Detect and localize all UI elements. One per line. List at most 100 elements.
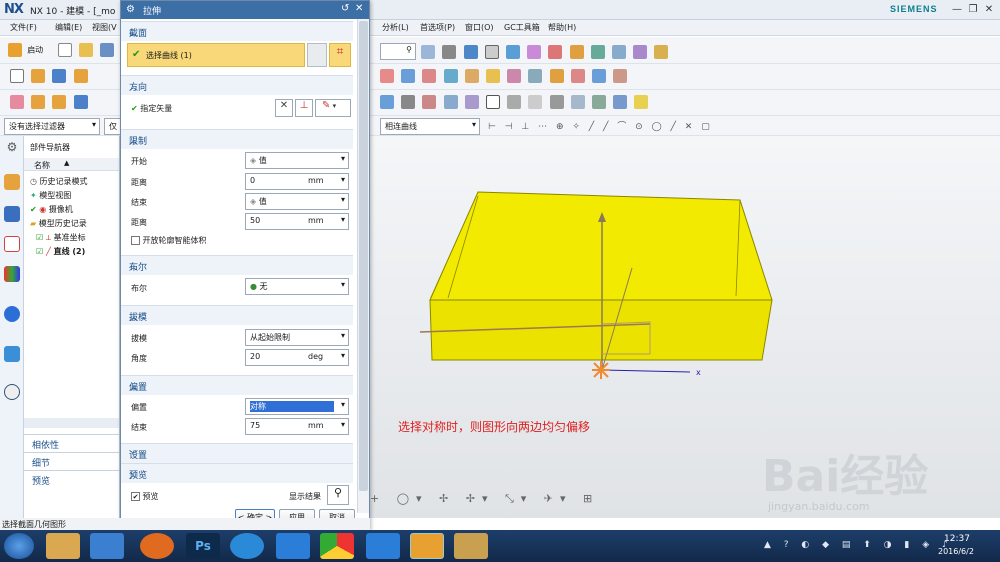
snap-icon[interactable]: [527, 44, 542, 59]
settings-header[interactable]: 设置 ﹀: [121, 443, 353, 463]
nx-app-icon[interactable]: [410, 533, 444, 559]
explorer-app-icon[interactable]: [46, 533, 80, 559]
dialog-title-bar[interactable]: ⚙ 拉伸 ↺ ✕: [121, 1, 369, 19]
start-type-dropdown[interactable]: ◈ 值 ▾: [245, 152, 349, 169]
reuse-library-icon[interactable]: [4, 266, 20, 282]
new-icon[interactable]: [58, 43, 72, 57]
gear-icon[interactable]: ⚙: [126, 4, 135, 15]
menu-file[interactable]: 文件(F): [10, 22, 37, 33]
curve-rule-dropdown[interactable]: 相连曲线 ▾: [380, 118, 480, 135]
selection-filter-dropdown[interactable]: 没有选择过滤器 ▾: [4, 118, 100, 135]
direction-header[interactable]: 方向 ︿: [121, 75, 353, 95]
chrome-app-icon[interactable]: [320, 533, 354, 559]
snap-point-tools[interactable]: ⊢ ⊣ ⊥ ⋯ ⊕ ✧ ╱ ╱ ⌒ ⊙ ◯ ╱ ✕ ▢: [488, 119, 713, 132]
save-icon[interactable]: [100, 43, 115, 57]
offset-dropdown[interactable]: 对称 ▾: [245, 398, 349, 415]
web-browser-icon[interactable]: [4, 346, 20, 362]
photoshop-app-icon[interactable]: Ps: [186, 533, 220, 559]
shell-icon[interactable]: [422, 69, 437, 83]
tolerance-icon[interactable]: [570, 95, 585, 109]
axis-icon[interactable]: [422, 95, 437, 109]
boss-icon[interactable]: [31, 95, 46, 109]
reset-icon[interactable]: ↺: [341, 3, 349, 14]
view-icon[interactable]: [505, 44, 520, 59]
csys-icon[interactable]: [443, 95, 458, 109]
dialog-scrollbar[interactable]: [357, 19, 369, 513]
extrude-icon[interactable]: [31, 69, 46, 83]
point-icon[interactable]: [380, 95, 394, 109]
menu-view[interactable]: 视图(V: [92, 22, 117, 33]
open-profile-row[interactable]: 开放轮廓智能体积: [131, 235, 207, 246]
panel-dependencies[interactable]: 相依性: [24, 434, 119, 451]
draft-dropdown[interactable]: 从起始限制 ▾: [245, 329, 349, 346]
open-profile-checkbox[interactable]: [131, 236, 140, 245]
thicken-icon[interactable]: [613, 69, 628, 83]
close-button[interactable]: ✕: [982, 3, 996, 16]
layer-icon[interactable]: [611, 44, 626, 59]
end-type-dropdown[interactable]: ◈ 值 ▾: [245, 193, 349, 210]
tree-item-model-views[interactable]: ✦ 模型视图: [30, 190, 71, 201]
distance-end-input[interactable]: 50 mm ▾: [245, 213, 349, 230]
select-curve-row[interactable]: ✔ 选择曲线 (1): [127, 43, 305, 67]
history-icon[interactable]: [4, 384, 20, 400]
reverse-direction-button[interactable]: ✕: [275, 99, 293, 117]
hole-icon[interactable]: [10, 95, 24, 109]
pencil-icon[interactable]: [613, 95, 628, 109]
tree-item-camera[interactable]: ✔ ◉ 摄像机: [30, 204, 73, 215]
x-axis-arrow[interactable]: [601, 369, 691, 373]
preview-checkbox[interactable]: ✔: [131, 492, 140, 501]
search-box[interactable]: ⚲: [380, 43, 416, 60]
minimize-button[interactable]: —: [950, 3, 964, 16]
checkbox-icon[interactable]: ☑: [36, 247, 43, 256]
extruded-solid[interactable]: [429, 191, 773, 301]
trim-icon[interactable]: [570, 69, 585, 83]
tree-item-history-mode[interactable]: ◷ 历史记录模式: [30, 176, 88, 187]
draft-header[interactable]: 拔模 ︿: [121, 305, 353, 325]
mirror-icon[interactable]: [528, 69, 543, 83]
magnifier-icon[interactable]: ⚲: [327, 485, 349, 505]
maximize-button[interactable]: ❐: [966, 3, 980, 16]
panel-preview[interactable]: 预览: [24, 470, 119, 487]
menu-edit[interactable]: 编辑(E): [55, 22, 82, 33]
dimension-icon[interactable]: [569, 44, 584, 59]
scrollbar-thumb[interactable]: [359, 21, 368, 491]
info-icon[interactable]: [4, 306, 20, 322]
part-nav-icon[interactable]: [4, 236, 20, 252]
curve-select-icon[interactable]: ⌗: [329, 43, 351, 67]
pattern-icon[interactable]: [507, 69, 522, 83]
graphics-window[interactable]: x 选择对称时，则图形向两边均匀偏移 + ◯▾ ✢ ✢▾ ⤡▾ ✈▾ ⊞ Bai…: [370, 136, 1000, 518]
vector-dialog-button[interactable]: ⊥: [295, 99, 313, 117]
boolean-header[interactable]: 布尔 ︿: [121, 255, 353, 275]
groove-icon[interactable]: [73, 95, 88, 109]
tape-icon[interactable]: [634, 95, 649, 109]
menu-gc-toolbox[interactable]: GC工具箱: [504, 22, 540, 33]
checkbox-icon[interactable]: ☑: [36, 233, 43, 242]
snap-toolbar-bottom[interactable]: + ◯▾ ✢ ✢▾ ⤡▾ ✈▾ ⊞: [370, 492, 610, 512]
boolean-dropdown[interactable]: ● 无 ▾: [245, 278, 349, 295]
constraint-nav-icon[interactable]: [4, 206, 20, 222]
menu-analysis[interactable]: 分析(L): [382, 22, 409, 33]
column-name[interactable]: 名称: [34, 160, 50, 171]
tool-icon[interactable]: [633, 44, 648, 59]
background-icon[interactable]: [484, 44, 499, 59]
chamfer-icon[interactable]: [401, 69, 416, 83]
tree-item-datum-csys[interactable]: ☑ ⟂ 基准坐标: [36, 232, 86, 243]
cylinder-view-icon[interactable]: [591, 95, 606, 109]
menu-help[interactable]: 帮助(H): [548, 22, 576, 33]
edge-blend-icon[interactable]: [380, 69, 394, 83]
menu-window[interactable]: 窗口(O): [465, 22, 494, 33]
preview-header[interactable]: 预览 ︿: [121, 463, 353, 483]
gear-icon[interactable]: ⚙: [4, 140, 20, 156]
open-icon[interactable]: [79, 43, 94, 57]
offset-icon[interactable]: [464, 95, 479, 109]
close-icon[interactable]: ✕: [355, 3, 363, 14]
angle-input[interactable]: 20 deg ▾: [245, 349, 349, 366]
tree-item-line[interactable]: ☑ ╱ 直线 (2): [36, 246, 85, 257]
measure-icon[interactable]: [548, 44, 563, 59]
cylinder-icon[interactable]: [73, 69, 88, 83]
start-orb-icon[interactable]: [4, 533, 34, 559]
tree-item-model-history[interactable]: ▰ 模型历史记录: [30, 218, 87, 229]
table-icon[interactable]: [507, 95, 522, 109]
triangle-icon[interactable]: [485, 95, 500, 109]
shade-icon[interactable]: [463, 44, 478, 59]
